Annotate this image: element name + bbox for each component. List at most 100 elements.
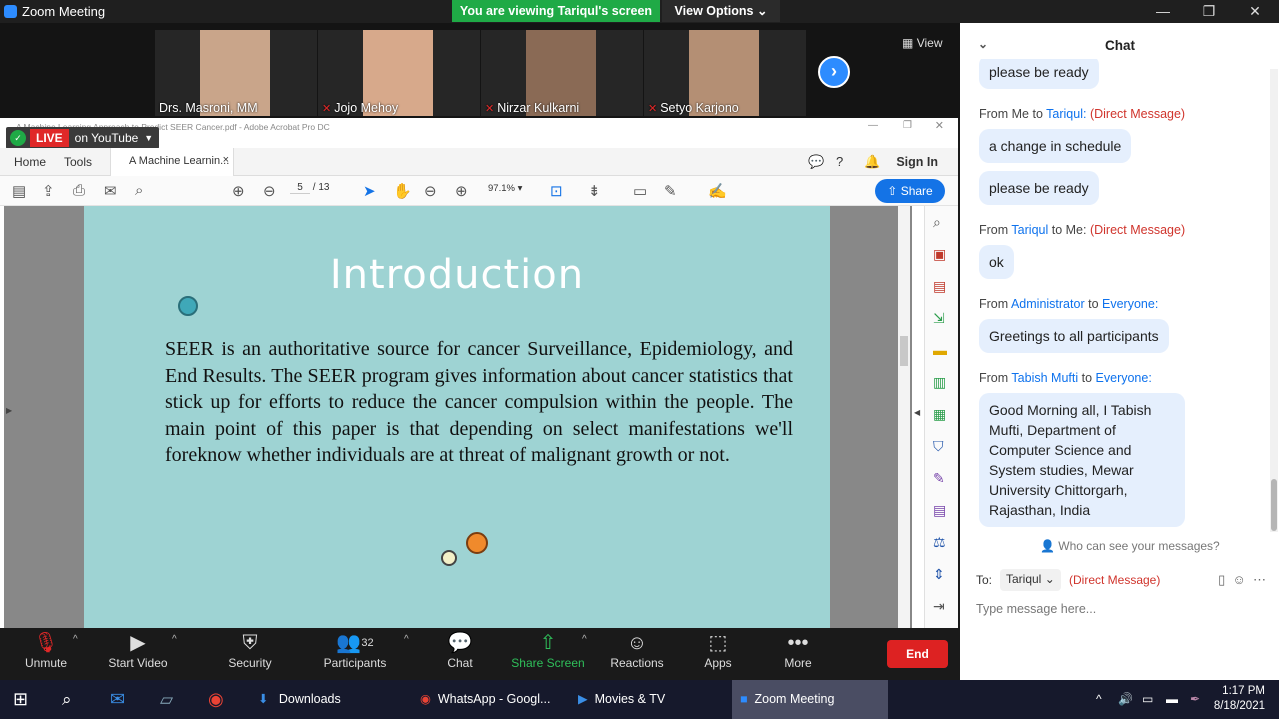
chat-button[interactable]: 💬 Chat [436,628,484,680]
scroll-thumb[interactable] [900,336,908,366]
more-options-icon[interactable]: ⋯ [1253,572,1266,587]
organize-pages-icon[interactable]: ▥ [933,374,946,391]
share-button[interactable]: ⇧ Share [875,179,945,203]
search-icon[interactable]: ⌕ [62,680,72,719]
share-screen-button[interactable]: ⇧ Share Screen [510,628,586,680]
zoom-out-icon[interactable]: ⊖ [424,182,437,200]
chat-input[interactable]: Type message here... [976,602,1096,616]
create-pdf-icon[interactable]: ▣ [933,246,946,263]
minimize-icon[interactable]: — [1143,1,1183,21]
end-meeting-button[interactable]: End [887,640,948,668]
taskbar-zoom[interactable]: ■ Zoom Meeting [732,680,888,719]
tab-home[interactable]: Home [14,155,46,169]
document-view[interactable]: Introduction SEER is an authoritative so… [4,206,912,628]
message-bubble[interactable]: a change in schedule [979,129,1132,163]
message-bubble[interactable]: Greetings to all participants [979,319,1169,353]
pen-icon[interactable]: ✒ [1190,680,1200,719]
search-icon[interactable]: ⌕ [135,182,143,199]
page-up-icon[interactable]: ⊕ [232,182,245,200]
sign-in-button[interactable]: Sign In [896,155,938,169]
mail-icon[interactable]: ✉ [104,182,117,200]
unmute-button[interactable]: 🎙 Unmute [16,628,76,680]
acrobat-close-icon[interactable]: ✕ [935,119,944,132]
view-options-button[interactable]: View Options ⌄ [662,0,780,22]
tab-tools[interactable]: Tools [64,155,92,169]
security-button[interactable]: ⛨ Security [220,628,280,680]
chevron-down-icon[interactable]: ⌄ [978,37,988,51]
taskbar-whatsapp[interactable]: ◉ WhatsApp - Googl... [412,680,566,719]
compress-icon[interactable]: ⇕ [933,566,945,583]
next-page-arrow-icon[interactable]: › [818,56,850,88]
file-icon[interactable]: ▯ [1218,572,1225,587]
audio-options-caret-icon[interactable]: ^ [73,634,78,645]
more-button[interactable]: ••• More [778,628,818,680]
zoom-in-icon[interactable]: ⊕ [455,182,468,200]
participant-tile[interactable]: ✕ Jojo Mehoy [318,30,480,116]
comment-icon[interactable]: 💬 [808,154,824,170]
bell-icon[interactable]: 🔔 [864,154,880,170]
print-icon[interactable]: ⎙ [73,182,85,199]
save-icon[interactable]: ▤ [12,182,26,200]
volume-icon[interactable]: 🔊 [1118,680,1133,719]
reactions-button[interactable]: ☺ Reactions [608,628,666,680]
fit-page-icon[interactable]: ⊡ [550,182,563,200]
notepad-icon[interactable]: ▱ [160,680,173,719]
tab-close-icon[interactable]: × [223,154,229,166]
windows-start-icon[interactable]: ⊞ [13,680,28,719]
sign-tool-icon[interactable]: ✍ [708,182,727,200]
view-button[interactable]: ▦ View [902,36,942,50]
combine-files-icon[interactable]: ▤ [933,278,946,295]
document-scrollbar[interactable] [898,206,910,628]
tray-chevron-icon[interactable]: ^ [1096,680,1102,719]
fill-sign-icon[interactable]: ✎ [933,470,945,487]
recipient-select[interactable]: Tariqul ⌄ [1000,569,1061,591]
emoji-icon[interactable]: ☺ [1232,572,1245,587]
network-icon[interactable]: ▭ [1142,680,1153,719]
page-down-icon[interactable]: ⊖ [263,182,276,200]
message-bubble[interactable]: please be ready [979,171,1099,205]
live-streaming-indicator[interactable]: ✓ LIVE on YouTube ▼ [6,127,160,149]
upload-icon[interactable]: ⇪ [42,182,55,200]
clock[interactable]: 1:17 PM 8/18/2021 [1214,684,1265,714]
taskbar-downloads[interactable]: ⬇ Downloads [250,680,410,719]
export-pdf-icon[interactable]: ⇲ [933,310,945,327]
message-bubble[interactable]: ok [979,245,1014,279]
taskbar-movies[interactable]: ▶ Movies & TV [570,680,726,719]
acrobat-maximize-icon[interactable]: ❐ [903,120,912,131]
left-panel-toggle-icon[interactable]: ▶ [6,406,12,415]
select-cursor-icon[interactable]: ➤ [363,182,376,200]
zoom-level-select[interactable]: 97.1% ▾ [488,183,522,194]
page-indicator[interactable]: 5 / 13 [290,182,329,194]
message-bubble[interactable]: please be ready [979,59,1099,89]
comment-panel-icon[interactable]: ▬ [933,342,947,358]
protect-icon[interactable]: ⛉ [933,438,944,455]
chrome-icon[interactable]: ◉ [208,680,224,719]
scan-icon[interactable]: ▦ [933,406,946,423]
tab-document[interactable]: A Machine Learnin... × [110,148,234,176]
help-icon[interactable]: ? [836,154,843,169]
who-can-see-link[interactable]: 👤 Who can see your messages? [1040,539,1220,553]
comment-tool-icon[interactable]: ▭ [633,182,647,200]
maximize-icon[interactable]: ❐ [1189,1,1229,21]
mail-icon[interactable]: ✉ [110,680,125,719]
collapse-panel-icon[interactable]: ⇥ [933,598,945,615]
apps-button[interactable]: ⬚ Apps [698,628,738,680]
chat-messages[interactable]: please be ready From Me to Tariqul: (Dire… [960,59,1267,549]
send-for-signature-icon[interactable]: ▤ [933,502,946,519]
hand-tool-icon[interactable]: ✋ [393,182,412,200]
close-icon[interactable]: ✕ [1235,1,1275,21]
participant-tile[interactable]: ✕ Nirzar Kulkarni [481,30,643,116]
chat-scrollbar[interactable] [1270,69,1278,532]
highlight-icon[interactable]: ✎ [664,182,677,200]
message-bubble[interactable]: Good Morning all, I Tabish Mufti, Depart… [979,393,1185,527]
start-video-button[interactable]: ▶ Start Video [104,628,172,680]
page-current[interactable]: 5 [290,182,310,194]
participant-tile[interactable]: ✕ Setyo Karjono [644,30,806,116]
acrobat-minimize-icon[interactable]: — [868,120,878,131]
participant-tile[interactable]: Drs. Masroni, MM [155,30,317,116]
participants-button[interactable]: 👥32 Participants [318,628,392,680]
right-panel-toggle-icon[interactable]: ◀ [914,408,920,417]
measure-icon[interactable]: ⚖ [933,534,946,551]
zoom-search-icon[interactable]: ⌕ [933,214,941,231]
chat-scroll-thumb[interactable] [1271,479,1277,531]
